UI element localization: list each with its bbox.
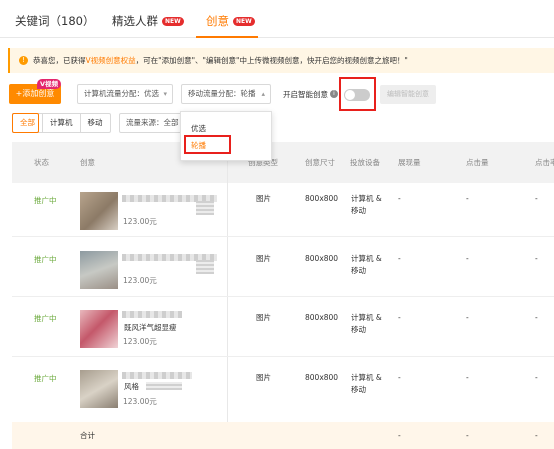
segment-pc[interactable]: 计算机: [43, 114, 81, 132]
creative-title-blurred: [122, 311, 182, 318]
creative-title: 既风洋气超显瘦: [124, 323, 177, 332]
tab-audience-label: 精选人群: [112, 14, 158, 28]
info-icon: !: [19, 56, 28, 65]
creative-price: 123.00元: [123, 217, 157, 226]
column-header-device: 投放设备: [350, 158, 380, 167]
new-badge: NEW: [233, 17, 255, 26]
creative-thumbnail[interactable]: [80, 310, 118, 348]
smart-creative-toggle[interactable]: [344, 89, 370, 101]
impressions-value: -: [398, 313, 401, 322]
ctr-value: -: [535, 194, 538, 203]
creative-size: 800x800: [305, 373, 339, 382]
active-tab-indicator: [196, 36, 258, 38]
ctr-value: -: [535, 373, 538, 382]
segment-mobile[interactable]: 移动: [81, 114, 110, 132]
ctr-value: -: [535, 313, 538, 322]
impressions-value: -: [398, 373, 401, 382]
chevron-up-icon: ▴: [261, 90, 265, 98]
creative-size: 800x800: [305, 254, 339, 263]
video-badge: V视频: [37, 79, 62, 89]
tab-creative-label: 创意: [206, 14, 229, 28]
notice-text-post: ，可在"添加创意"、"编辑创意"中上传微视频创意，快开启您的视频创意之旅吧！": [135, 56, 408, 65]
column-header-clicks[interactable]: 点击量: [466, 157, 489, 168]
device-line1: 计算机 &: [351, 194, 382, 203]
blurred-region: [146, 382, 182, 390]
summary-ctr: -: [535, 431, 538, 440]
traffic-source-value: 流量来源：全部: [126, 118, 179, 127]
ctr-value: -: [535, 254, 538, 263]
device-line2: 移动: [351, 206, 366, 215]
mobile-allocation-value: 移动流量分配：轮播: [188, 89, 256, 98]
highlight-box: [184, 135, 231, 154]
clicks-value: -: [466, 373, 469, 382]
status-text: 推广中: [34, 314, 57, 323]
column-header-creative: 创意: [80, 158, 95, 167]
new-badge: NEW: [162, 17, 184, 26]
column-header-size: 创意尺寸: [305, 158, 335, 167]
creative-type: 图片: [256, 313, 271, 322]
blurred-region: [196, 201, 214, 215]
status-text: 推广中: [34, 374, 57, 383]
blurred-region: [196, 260, 214, 274]
dropdown-option-optimal[interactable]: 优选: [191, 123, 206, 134]
creative-type: 图片: [256, 254, 271, 263]
tab-creative[interactable]: 创意 NEW: [206, 13, 255, 29]
tab-audience[interactable]: 精选人群 NEW: [112, 13, 184, 29]
row-divider: [12, 296, 554, 297]
device-line1: 计算机 &: [351, 313, 382, 322]
clicks-value: -: [466, 254, 469, 263]
creative-title-blurred: [122, 372, 192, 379]
summary-label: 合计: [80, 431, 95, 440]
pc-allocation-value: 计算机流量分配：优选: [84, 89, 159, 98]
smart-creative-label: 开启智能创意: [283, 90, 328, 99]
clicks-value: -: [466, 313, 469, 322]
tab-bar: 关键词（180） 精选人群 NEW 创意 NEW: [0, 0, 554, 38]
notice-text-pre: 恭喜您，已获得: [33, 56, 86, 65]
creative-price: 123.00元: [123, 276, 157, 285]
row-divider: [12, 356, 554, 357]
creative-size: 800x800: [305, 194, 339, 203]
device-line1: 计算机 &: [351, 373, 382, 382]
column-header-status: 状态: [34, 158, 49, 167]
impressions-value: -: [398, 254, 401, 263]
info-icon[interactable]: i: [330, 90, 338, 98]
creative-price: 123.00元: [123, 337, 157, 346]
impressions-value: -: [398, 194, 401, 203]
column-header-impressions: 展现量: [398, 158, 421, 167]
status-text: 推广中: [34, 196, 57, 205]
edit-smart-creative-button[interactable]: 编辑智能创意: [380, 85, 436, 104]
creative-thumbnail[interactable]: [80, 251, 118, 289]
creative-thumbnail[interactable]: [80, 370, 118, 408]
creative-thumbnail[interactable]: [80, 192, 118, 230]
device-line2: 移动: [351, 325, 366, 334]
device-line2: 移动: [351, 385, 366, 394]
summary-clicks: -: [466, 431, 469, 440]
creative-price: 123.00元: [123, 397, 157, 406]
tab-keywords[interactable]: 关键词（180）: [15, 13, 94, 29]
notice-banner: ! 恭喜您，已获得 V视频创意权益 ，可在"添加创意"、"编辑创意"中上传微视频创意…: [8, 48, 554, 73]
clicks-value: -: [466, 194, 469, 203]
creative-type: 图片: [256, 373, 271, 382]
creative-type: 图片: [256, 194, 271, 203]
creative-title: 风格: [124, 382, 139, 391]
column-header-ctr[interactable]: 点击率: [535, 157, 554, 168]
device-line1: 计算机 &: [351, 254, 382, 263]
pc-allocation-select[interactable]: 计算机流量分配：优选 ▾: [77, 84, 173, 104]
row-divider: [12, 236, 554, 237]
tab-keywords-label: 关键词（180）: [15, 14, 95, 28]
status-text: 推广中: [34, 255, 57, 264]
chevron-down-icon: ▾: [163, 90, 167, 98]
active-segment-outline: [12, 113, 39, 133]
device-line2: 移动: [351, 266, 366, 275]
mobile-allocation-select[interactable]: 移动流量分配：轮播 ▴: [181, 84, 271, 104]
creative-size: 800x800: [305, 313, 339, 322]
toggle-knob: [345, 90, 355, 100]
summary-impressions: -: [398, 431, 401, 440]
notice-highlight-link[interactable]: V视频创意权益: [86, 55, 136, 66]
